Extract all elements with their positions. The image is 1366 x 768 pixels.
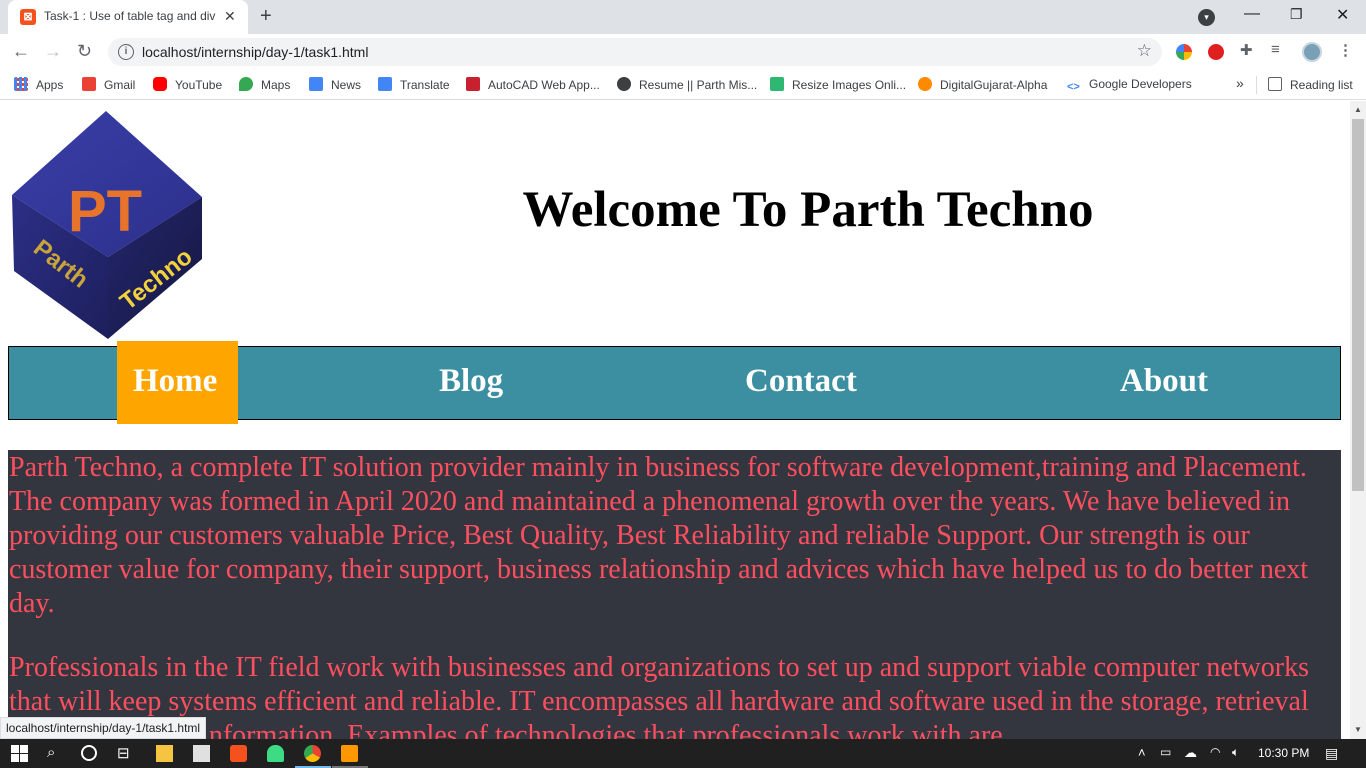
battery-icon[interactable]: ▭ bbox=[1160, 745, 1171, 759]
tab-title: Task-1 : Use of table tag and div t bbox=[44, 9, 216, 23]
xampp-taskbar-icon[interactable] bbox=[230, 745, 247, 762]
reading-list-icon bbox=[1268, 77, 1282, 91]
bookmark-label: DigitalGujarat-Alpha bbox=[940, 78, 1048, 92]
code-brackets-icon: <> bbox=[1067, 81, 1080, 93]
bookmark-label: AutoCAD Web App... bbox=[488, 78, 600, 92]
page-scrollbar[interactable]: ▲ ▼ bbox=[1350, 101, 1366, 739]
bookmark-star-icon[interactable]: ☆ bbox=[1137, 41, 1152, 61]
opera-extension-icon[interactable] bbox=[1208, 44, 1224, 60]
scroll-up-arrow-icon[interactable]: ▲ bbox=[1354, 105, 1362, 114]
globe-icon bbox=[617, 77, 631, 91]
bookmark-google-developers[interactable]: <> Google Developers bbox=[1067, 77, 1192, 93]
cortana-icon[interactable] bbox=[81, 745, 97, 761]
store-icon[interactable] bbox=[193, 745, 210, 762]
digitalgujarat-icon bbox=[918, 77, 932, 91]
chrome-taskbar-icon[interactable] bbox=[304, 745, 321, 762]
gmail-icon bbox=[82, 77, 96, 91]
windows-taskbar: ⌕ ⊟ ˄ ▭ ☁ ◠ 🔈︎ 10:30 PM ▤ bbox=[0, 739, 1366, 768]
nav-home[interactable]: Home bbox=[117, 341, 238, 424]
it-paragraph: Professionals in the IT field work with … bbox=[9, 652, 1309, 739]
wifi-icon[interactable]: ◠ bbox=[1210, 745, 1220, 759]
autocad-icon bbox=[466, 77, 480, 91]
extensions-puzzle-icon[interactable]: ✚ bbox=[1240, 41, 1253, 59]
bookmark-label: Gmail bbox=[104, 78, 136, 92]
taskbar-clock[interactable]: 10:30 PM bbox=[1258, 746, 1309, 760]
translate-icon bbox=[378, 77, 392, 91]
page-viewport: PT Parth Techno Welcome To Parth Techno … bbox=[0, 101, 1350, 739]
notifications-icon[interactable]: ▤ bbox=[1325, 745, 1338, 762]
file-explorer-icon[interactable] bbox=[156, 745, 173, 762]
xampp-favicon-icon: ⊠ bbox=[20, 9, 36, 25]
bookmark-digitalgujarat[interactable]: DigitalGujarat-Alpha bbox=[918, 77, 1047, 93]
close-window-icon[interactable]: ✕ bbox=[1336, 5, 1349, 25]
nav-blog[interactable]: Blog bbox=[439, 363, 503, 400]
browser-toolbar: ← → ↻ i localhost/internship/day-1/task1… bbox=[0, 34, 1366, 70]
reading-list-label: Reading list bbox=[1290, 78, 1353, 92]
bookmark-apps[interactable]: Apps bbox=[14, 77, 63, 93]
parth-techno-logo: PT Parth Techno bbox=[12, 111, 202, 339]
bookmark-label: Translate bbox=[400, 78, 450, 92]
color-picker-extension-icon[interactable] bbox=[1176, 44, 1192, 60]
profile-avatar[interactable] bbox=[1302, 42, 1322, 62]
page-title: Welcome To Parth Techno bbox=[522, 182, 1094, 238]
onedrive-cloud-icon[interactable]: ☁ bbox=[1184, 745, 1197, 761]
bookmark-label: Google Developers bbox=[1089, 77, 1192, 91]
windows-start-icon[interactable] bbox=[11, 745, 28, 762]
new-tab-icon[interactable]: + bbox=[260, 5, 272, 28]
volume-icon[interactable]: 🔈︎ bbox=[1232, 745, 1239, 760]
logo-text-top: PT bbox=[68, 179, 142, 244]
sublime-text-icon[interactable] bbox=[341, 745, 358, 762]
content-box: Parth Techno, a complete IT solution pro… bbox=[8, 450, 1341, 739]
nav-home-label: Home bbox=[133, 363, 218, 399]
tab-search-icon[interactable]: ▾ bbox=[1198, 9, 1215, 26]
back-icon[interactable]: ← bbox=[12, 41, 30, 62]
maps-pin-icon bbox=[239, 77, 253, 91]
url-text[interactable]: localhost/internship/day-1/task1.html bbox=[142, 44, 368, 60]
android-studio-icon[interactable] bbox=[267, 745, 284, 762]
task-view-icon[interactable]: ⊟ bbox=[117, 744, 130, 762]
bookmarks-divider bbox=[1256, 76, 1257, 94]
bookmark-resume[interactable]: Resume || Parth Mis... bbox=[617, 77, 757, 93]
youtube-icon bbox=[153, 77, 167, 91]
bookmark-resize-images[interactable]: Resize Images Onli... bbox=[770, 77, 906, 93]
resize-icon bbox=[770, 77, 784, 91]
bookmark-label: Resume || Parth Mis... bbox=[639, 78, 758, 92]
bookmark-label: Apps bbox=[36, 78, 64, 92]
bookmark-maps[interactable]: Maps bbox=[239, 77, 290, 93]
apps-grid-icon bbox=[14, 77, 28, 91]
media-control-icon[interactable]: ≡ bbox=[1271, 41, 1280, 58]
bookmark-gmail[interactable]: Gmail bbox=[82, 77, 135, 93]
chrome-menu-icon[interactable]: ⋮ bbox=[1338, 41, 1353, 59]
search-icon[interactable]: ⌕ bbox=[47, 744, 55, 761]
bookmark-label: Maps bbox=[261, 78, 291, 92]
bookmark-autocad[interactable]: AutoCAD Web App... bbox=[466, 77, 600, 93]
bookmarks-overflow-button[interactable]: » bbox=[1236, 75, 1244, 91]
bookmark-label: News bbox=[331, 78, 362, 92]
scroll-thumb[interactable] bbox=[1352, 119, 1364, 491]
site-info-icon[interactable]: i bbox=[118, 44, 134, 60]
intro-paragraph: Parth Techno, a complete IT solution pro… bbox=[9, 452, 1309, 619]
restore-icon[interactable]: ❐ bbox=[1290, 6, 1303, 23]
scroll-down-arrow-icon[interactable]: ▼ bbox=[1354, 725, 1362, 734]
bookmark-youtube[interactable]: YouTube bbox=[153, 77, 222, 93]
tab-close-icon[interactable]: ✕ bbox=[224, 8, 236, 25]
reload-icon[interactable]: ↻ bbox=[77, 41, 92, 62]
active-tab[interactable]: ⊠ Task-1 : Use of table tag and div t ✕ bbox=[8, 0, 248, 34]
tab-strip: ⊠ Task-1 : Use of table tag and div t ✕ … bbox=[0, 0, 1366, 34]
minimize-icon[interactable]: — bbox=[1244, 5, 1260, 23]
forward-icon[interactable]: → bbox=[44, 41, 62, 62]
bookmark-translate[interactable]: Translate bbox=[378, 77, 450, 93]
bookmarks-bar: Apps Gmail YouTube Maps News Translate A… bbox=[0, 70, 1366, 100]
tray-overflow-icon[interactable]: ˄ bbox=[1138, 745, 1146, 760]
nav-about[interactable]: About bbox=[1120, 363, 1208, 400]
bookmark-label: Resize Images Onli... bbox=[792, 78, 907, 92]
news-icon bbox=[309, 77, 323, 91]
reading-list-button[interactable]: Reading list bbox=[1268, 77, 1353, 93]
bookmark-label: YouTube bbox=[175, 78, 223, 92]
bookmark-news[interactable]: News bbox=[309, 77, 361, 93]
link-status-bubble: localhost/internship/day-1/task1.html bbox=[0, 717, 207, 739]
nav-contact[interactable]: Contact bbox=[745, 363, 857, 400]
address-bar[interactable]: i localhost/internship/day-1/task1.html … bbox=[108, 38, 1162, 66]
